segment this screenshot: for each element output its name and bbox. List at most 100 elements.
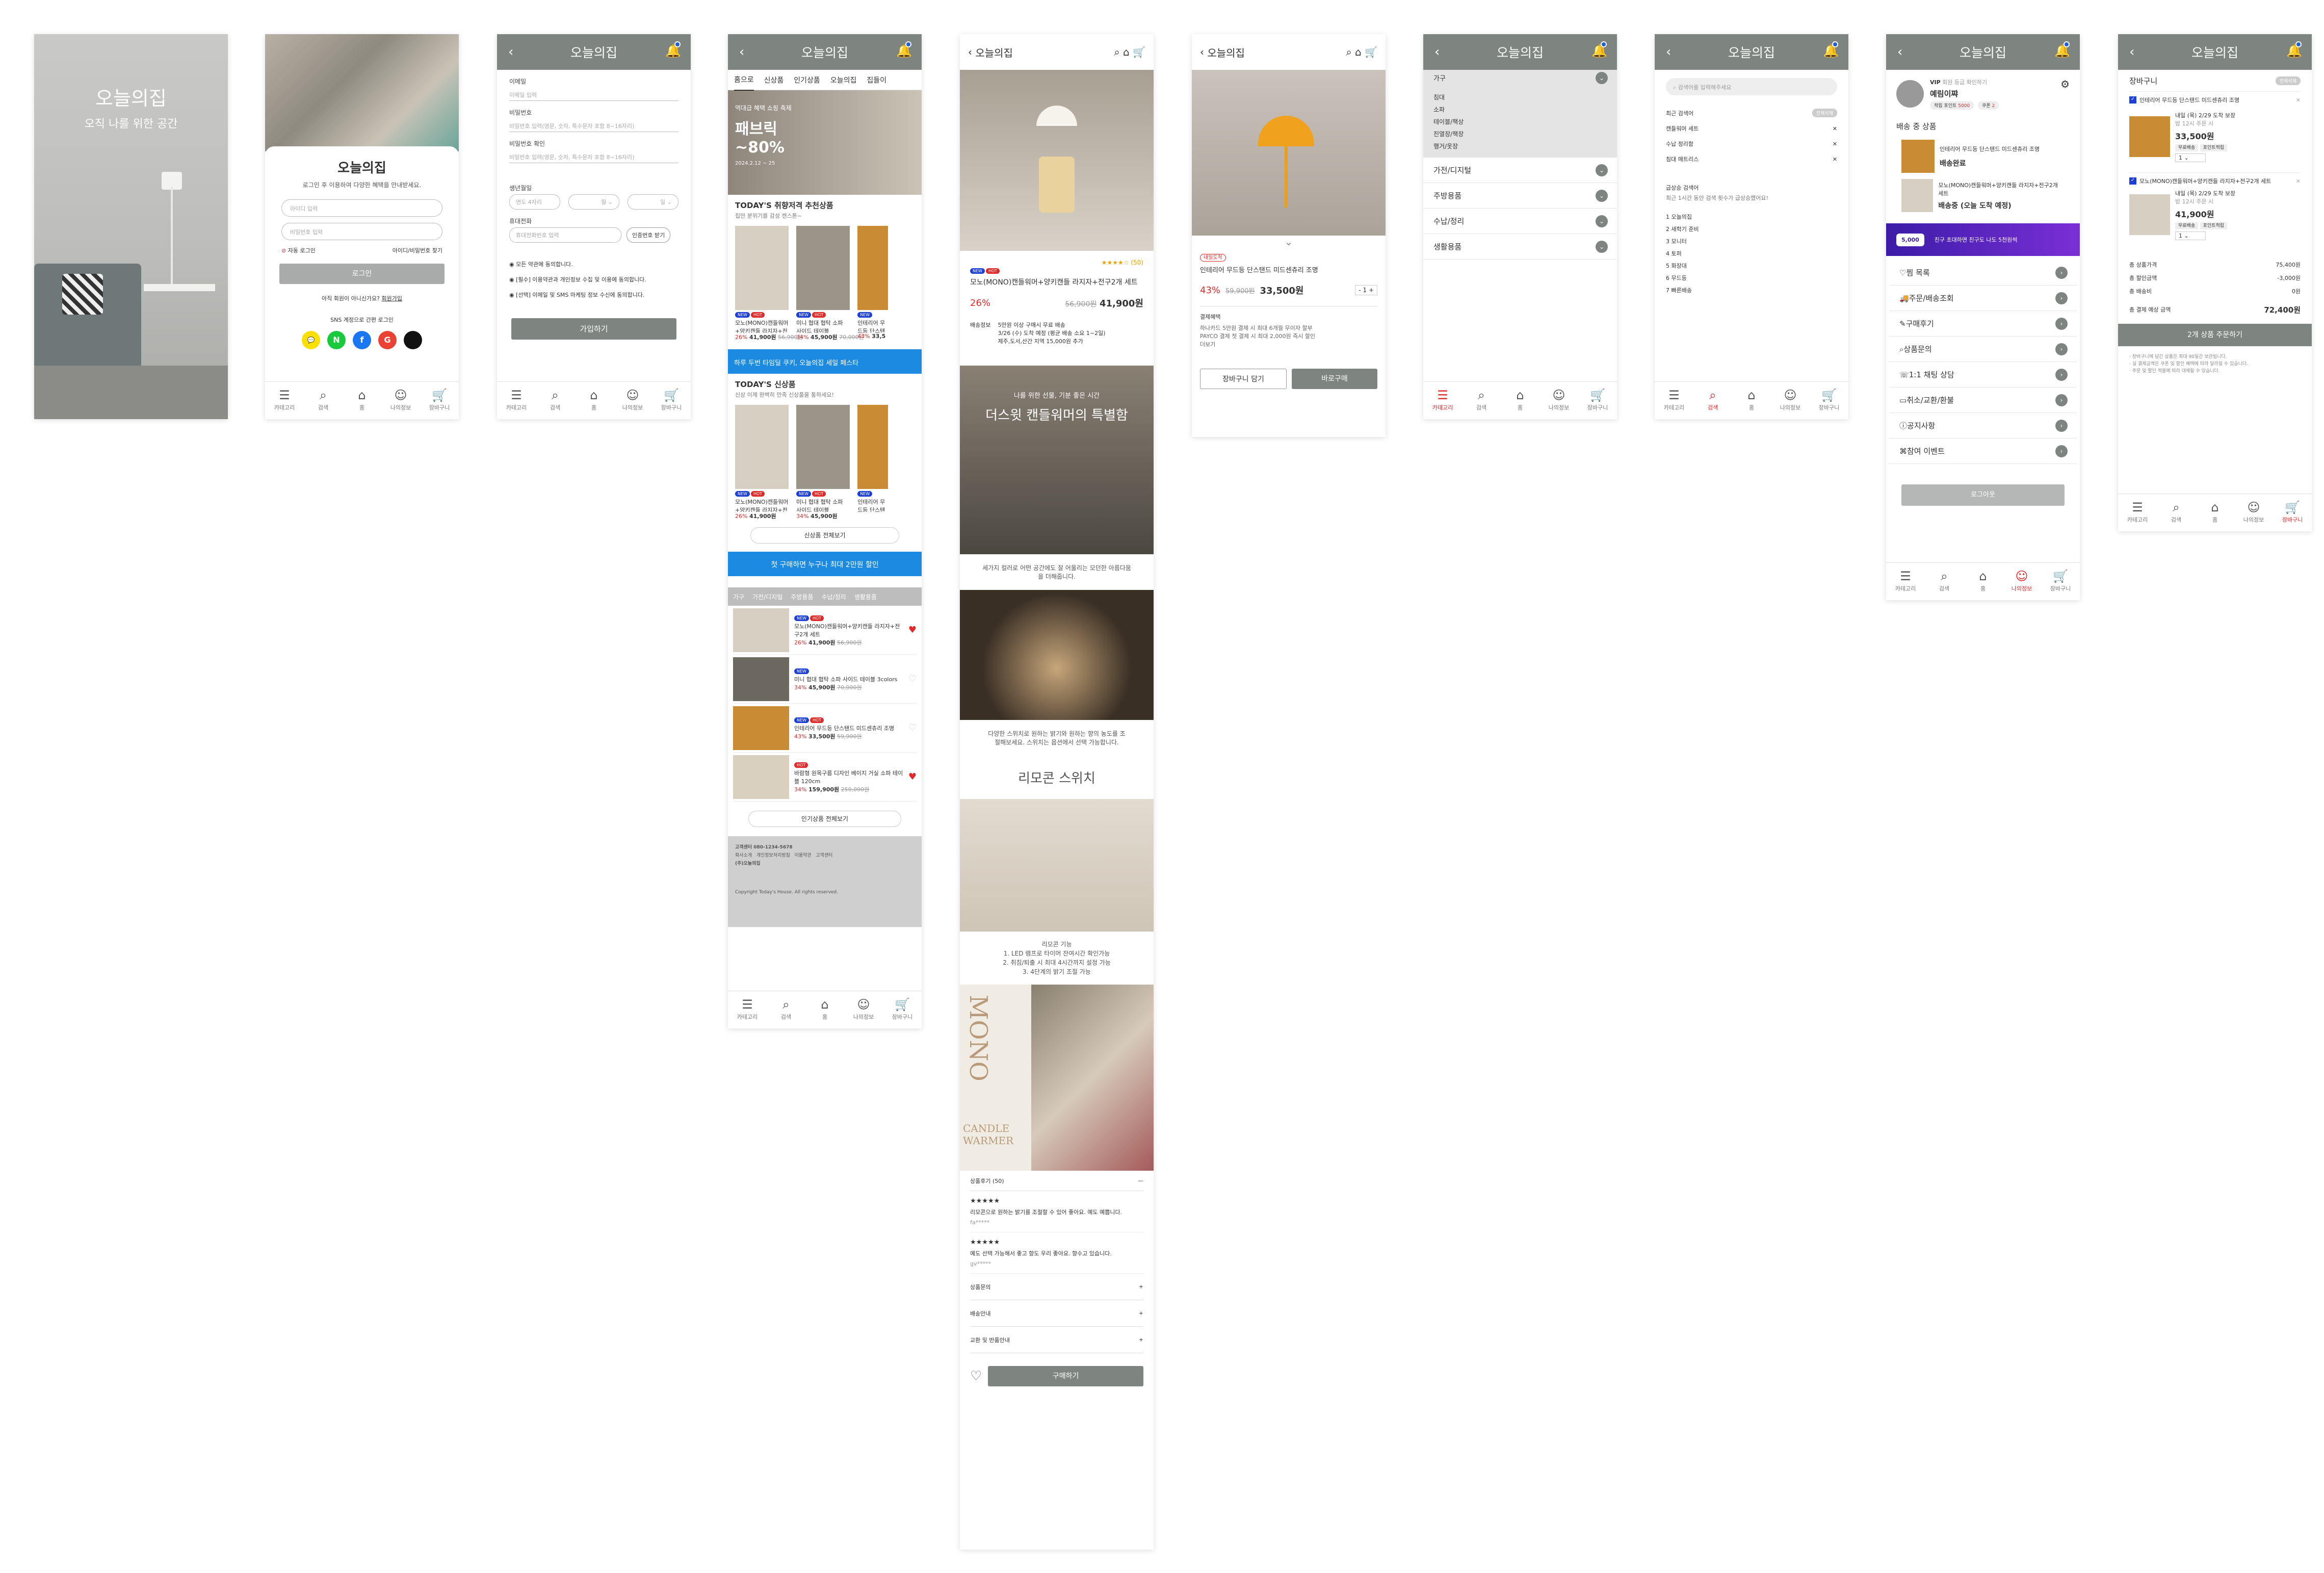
login-button[interactable]: 로그인 bbox=[279, 264, 445, 284]
heart-icon[interactable]: ♡ bbox=[908, 723, 917, 733]
pw-input[interactable]: 비밀번호 입력(영문, 숫자, 특수문자 포함 8~16자리) bbox=[509, 119, 678, 132]
menu-orders[interactable]: 🚚 주문/배송조회 › bbox=[1889, 286, 2077, 311]
nav-category[interactable]: ☰ 카테고리 bbox=[497, 382, 536, 419]
footer-link[interactable]: 고객센터 bbox=[816, 853, 832, 858]
home-icon[interactable]: ⌂ bbox=[1355, 46, 1362, 58]
signup-link[interactable]: 회원가입 bbox=[382, 295, 402, 302]
invite-banner[interactable]: 5,000 친구 초대하면 친구도 나도 5천원씩 bbox=[1886, 223, 2080, 256]
list-item[interactable]: NEW HOT 모노(MONO)캔들워머+양키캔들 라지자+전구2개 세트 26% 4… bbox=[733, 606, 917, 655]
accordion-qna[interactable]: 상품문의 + bbox=[970, 1274, 1143, 1300]
nav-category[interactable]: ☰ 카테고리 bbox=[1655, 382, 1693, 419]
clear-all-button[interactable]: 전체삭제 bbox=[1812, 109, 1837, 117]
nav-home[interactable]: ⌂ 홈 bbox=[343, 382, 381, 419]
search-icon[interactable]: ⌕ bbox=[1114, 46, 1119, 58]
heart-icon[interactable]: ♥ bbox=[908, 625, 917, 635]
close-icon[interactable]: ✕ bbox=[2296, 178, 2301, 185]
nav-search[interactable]: ⌕ 검색 bbox=[1462, 382, 1501, 419]
tab-new[interactable]: 신상품 bbox=[764, 75, 784, 85]
agree-all[interactable]: ◉ 모든 약관에 동의합니다. bbox=[509, 257, 678, 272]
join-button[interactable]: 가입하기 bbox=[511, 318, 676, 340]
product-card[interactable]: NEWHOT미니 협대 협탁 소파 사이드 테이블 3colors34% 45,… bbox=[796, 226, 864, 341]
nav-search[interactable]: ⌕ 검색 bbox=[536, 382, 575, 419]
add-cart-button[interactable]: 장바구니 담기 bbox=[1200, 369, 1287, 389]
month-select[interactable]: 월 ⌄ bbox=[568, 194, 619, 210]
item-checkbox[interactable]: ✓ bbox=[2129, 96, 2136, 104]
nav-home[interactable]: ⌂ 홈 bbox=[1732, 382, 1771, 419]
cat-tab[interactable]: 주방용품 bbox=[791, 592, 813, 601]
verify-button[interactable]: 인증번호 받기 bbox=[626, 227, 671, 243]
bell-icon[interactable]: 🔔 bbox=[2286, 41, 2302, 59]
nav-category[interactable]: ☰ 카테고리 bbox=[265, 382, 304, 419]
list-item[interactable]: NEW HOT 인테리어 무드등 단스탠드 미드센츄리 조명 43% 33,500원 … bbox=[733, 704, 917, 753]
nav-search[interactable]: ⌕ 검색 bbox=[2157, 494, 2196, 531]
chevron-down-icon[interactable]: ⌄ bbox=[1192, 236, 1386, 248]
nav-cart[interactable]: 🛒 장바구니 bbox=[883, 991, 922, 1028]
bell-icon[interactable]: 🔔 bbox=[896, 41, 912, 59]
category-item[interactable]: 주방용품 ⌄ bbox=[1423, 183, 1617, 209]
menu-notice[interactable]: ⓘ 공지사항 › bbox=[1889, 413, 2077, 439]
product-card[interactable]: NEW인테리어 무드등 단스탠드 미드센츄리 bbox=[857, 405, 889, 512]
nav-my[interactable]: ☺ 나의정보 bbox=[1539, 382, 1578, 419]
nav-category[interactable]: ☰ 카테고리 bbox=[1886, 563, 1925, 600]
product-card[interactable]: NEWHOT미니 협대 협탁 소파 사이드 테이블 3colors34% 45,… bbox=[796, 405, 850, 520]
nav-cart[interactable]: 🛒 장바구니 bbox=[420, 382, 459, 419]
bell-icon[interactable]: 🔔 bbox=[2054, 41, 2070, 59]
nav-my[interactable]: ☺ 나의정보 bbox=[1771, 382, 1810, 419]
delete-all-button[interactable]: 전체삭제 bbox=[2275, 76, 2301, 85]
quantity-stepper[interactable]: - 1 + bbox=[1355, 285, 1377, 295]
nav-category[interactable]: ☰ 카테고리 bbox=[1423, 382, 1462, 419]
nav-cart[interactable]: 🛒 장바구니 bbox=[1578, 382, 1617, 419]
bell-icon[interactable]: 🔔 bbox=[665, 41, 681, 59]
nav-cart[interactable]: 🛒 장바구니 bbox=[1810, 382, 1848, 419]
item-checkbox[interactable]: ✓ bbox=[2129, 177, 2136, 185]
nav-my[interactable]: ☺ 나의정보 bbox=[613, 382, 652, 419]
nav-cart[interactable]: 🛒 장바구니 bbox=[652, 382, 691, 419]
order-button[interactable]: 2개 상품 주문하기 bbox=[2118, 324, 2312, 346]
hot-item[interactable]: 1 오늘의집 bbox=[1666, 211, 1837, 223]
bell-icon[interactable]: 🔔 bbox=[1591, 41, 1607, 59]
back-icon[interactable]: ‹ bbox=[968, 46, 972, 58]
nav-home[interactable]: ⌂ 홈 bbox=[805, 991, 844, 1028]
tab-popular[interactable]: 인기상품 bbox=[794, 75, 820, 85]
menu-reviews[interactable]: ✎ 구매후기 › bbox=[1889, 311, 2077, 337]
search-input[interactable]: ⌕ 검색어를 입력해주세요 bbox=[1666, 78, 1837, 95]
naver-icon[interactable]: N bbox=[327, 331, 346, 349]
popular-more-button[interactable]: 인기상품 전체보기 bbox=[748, 811, 901, 827]
accordion-return[interactable]: 교환 및 반품안내 + bbox=[970, 1327, 1143, 1353]
nav-search[interactable]: ⌕ 검색 bbox=[304, 382, 343, 419]
category-item[interactable]: 수납/정리 ⌄ bbox=[1423, 209, 1617, 234]
hot-item[interactable]: 7 빠른배송 bbox=[1666, 285, 1837, 297]
nav-cart[interactable]: 🛒 장바구니 bbox=[2041, 563, 2080, 600]
agree-optional[interactable]: ◉ [선택] 이메일 및 SMS 마케팅 정보 수신에 동의합니다. bbox=[509, 288, 678, 303]
agree-required[interactable]: ◉ [필수] 이용약관과 개인정보 수집 및 이용에 동의합니다. bbox=[509, 272, 678, 288]
cart-icon[interactable]: 🛒 bbox=[1133, 46, 1145, 58]
tab-today[interactable]: 오늘의집 bbox=[830, 75, 857, 85]
gear-icon[interactable]: ⚙ bbox=[2060, 78, 2070, 90]
avatar[interactable] bbox=[1896, 80, 1924, 108]
nav-cart[interactable]: 🛒 장바구니 bbox=[2273, 494, 2312, 531]
tab-housewarming[interactable]: 집들이 bbox=[867, 75, 886, 85]
recent-item[interactable]: 수납 정리함 ✕ bbox=[1666, 140, 1837, 148]
phone-input[interactable]: 휴대전화번호 입력 bbox=[509, 227, 621, 243]
cat-tab[interactable]: 수납/정리 bbox=[822, 592, 846, 601]
nav-my[interactable]: ☺ 나의정보 bbox=[844, 991, 883, 1028]
search-icon[interactable]: ⌕ bbox=[1346, 46, 1351, 58]
new-more-button[interactable]: 신상품 전체보기 bbox=[750, 527, 899, 544]
product-card[interactable]: NEW인테리어 무드등 단스탠드 미드센츄리43% 33,5 bbox=[857, 226, 889, 340]
kakao-icon[interactable]: 💬 bbox=[302, 331, 320, 349]
nav-my[interactable]: ☺ 나의정보 bbox=[2002, 563, 2041, 600]
shipping-item[interactable]: 모노(MONO)캔들워머+양키캔들 라지자+전구2개 세트 배송중 (오늘 도착 … bbox=[1886, 176, 2080, 215]
back-icon[interactable]: ‹ bbox=[508, 44, 513, 60]
hot-item[interactable]: 5 화장대 bbox=[1666, 260, 1837, 272]
category-item[interactable]: 가전/디지털 ⌄ bbox=[1423, 158, 1617, 183]
year-input[interactable]: 연도 4자리 bbox=[509, 194, 560, 210]
nav-home[interactable]: ⌂ 홈 bbox=[1501, 382, 1539, 419]
nav-search[interactable]: ⌕ 검색 bbox=[1693, 382, 1732, 419]
pw2-input[interactable]: 비밀번호 입력(영문, 숫자, 특수문자 포함 8~16자리) bbox=[509, 150, 678, 163]
quantity-select[interactable]: 1 ⌄ bbox=[2175, 153, 2206, 162]
facebook-icon[interactable]: f bbox=[353, 331, 371, 349]
back-icon[interactable]: ‹ bbox=[739, 44, 744, 60]
id-input[interactable]: 아이디 입력 bbox=[281, 199, 442, 217]
nav-search[interactable]: ⌕ 검색 bbox=[767, 991, 805, 1028]
recent-item[interactable]: 캔들워머 세트 ✕ bbox=[1666, 124, 1837, 133]
